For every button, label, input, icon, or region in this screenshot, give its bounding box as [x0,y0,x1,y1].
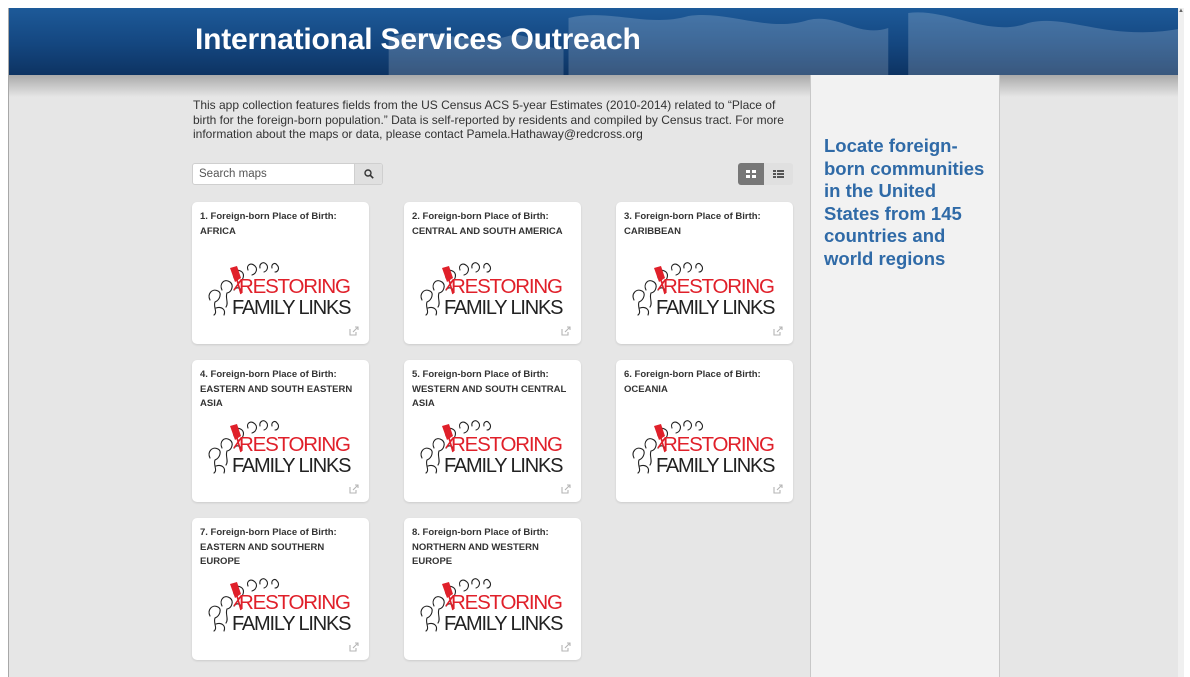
card-title: 1. Foreign-born Place of Birth: AFRICA [200,211,337,237]
logo-text-restoring: RESTORING [451,275,562,298]
restoring-family-links-logo: RESTORING FAMILY LINKS [420,578,564,635]
logo-text-family-links: FAMILY LINKS [232,297,351,319]
map-card-6[interactable]: 6. Foreign-born Place of Birth: OCEANIA … [616,360,793,502]
scroll-up-arrow-icon[interactable]: ▲ [1178,8,1184,14]
external-link-icon[interactable] [349,642,359,652]
gallery-description: This app collection features fields from… [193,98,784,141]
logo-text-restoring: RESTORING [239,275,350,298]
grid-view-button[interactable] [738,163,764,185]
logo-text-restoring: RESTORING [239,433,350,456]
logo-text-family-links: FAMILY LINKS [444,297,563,319]
view-toggle [738,163,793,185]
logo-text-family-links: FAMILY LINKS [232,455,351,477]
logo-text-family-links: FAMILY LINKS [656,455,775,477]
external-link-icon[interactable] [349,326,359,336]
map-card-4[interactable]: 4. Foreign-born Place of Birth: EASTERN … [192,360,369,502]
restoring-family-links-logo: RESTORING FAMILY LINKS [420,262,564,319]
logo-text-restoring: RESTORING [451,591,562,614]
app-frame: International Services Outreach This app… [8,8,1184,677]
card-title: 6. Foreign-born Place of Birth: OCEANIA [624,369,761,395]
card-title: 4. Foreign-born Place of Birth: EASTERN … [200,369,353,409]
logo-text-family-links: FAMILY LINKS [444,613,563,635]
logo-text-family-links: FAMILY LINKS [656,297,775,319]
external-link-icon[interactable] [561,642,571,652]
restoring-family-links-logo: RESTORING FAMILY LINKS [420,420,564,477]
map-card-1[interactable]: 1. Foreign-born Place of Birth: AFRICA R… [192,202,369,344]
map-card-5[interactable]: 5. Foreign-born Place of Birth: WESTERN … [404,360,581,502]
scrollbar[interactable]: ▲ [1178,8,1184,677]
logo-text-restoring: RESTORING [239,591,350,614]
external-link-icon[interactable] [349,484,359,494]
restoring-family-links-logo: RESTORING FAMILY LINKS [208,420,352,477]
logo-text-restoring: RESTORING [663,275,774,298]
search-icon [363,169,374,179]
gallery-area: This app collection features fields from… [9,75,810,677]
search-button[interactable] [354,164,382,184]
restoring-family-links-logo: RESTORING FAMILY LINKS [208,578,352,635]
restoring-family-links-logo: RESTORING FAMILY LINKS [632,262,776,319]
map-card-7[interactable]: 7. Foreign-born Place of Birth: EASTERN … [192,518,369,660]
list-view-icon [773,170,784,178]
card-title: 7. Foreign-born Place of Birth: EASTERN … [200,527,337,567]
logo-text-restoring: RESTORING [663,433,774,456]
logo-text-family-links: FAMILY LINKS [232,613,351,635]
restoring-family-links-logo: RESTORING FAMILY LINKS [632,420,776,477]
logo-text-restoring: RESTORING [451,433,562,456]
sidebar-tagline: Locate foreign-born communities in the U… [824,135,985,269]
card-title: 3. Foreign-born Place of Birth: CARIBBEA… [624,211,761,237]
page-title: International Services Outreach [195,23,641,56]
map-card-8[interactable]: 8. Foreign-born Place of Birth: NORTHERN… [404,518,581,660]
restoring-family-links-logo: RESTORING FAMILY LINKS [208,262,352,319]
map-card-3[interactable]: 3. Foreign-born Place of Birth: CARIBBEA… [616,202,793,344]
external-link-icon[interactable] [561,326,571,336]
header-banner: International Services Outreach [9,8,1184,75]
search-box [192,163,383,185]
grid-view-icon [746,170,756,178]
sidebar: Locate foreign-born communities in the U… [810,75,1000,677]
external-link-icon[interactable] [773,484,783,494]
logo-text-family-links: FAMILY LINKS [444,455,563,477]
map-card-2[interactable]: 2. Foreign-born Place of Birth: CENTRAL … [404,202,581,344]
external-link-icon[interactable] [773,326,783,336]
external-link-icon[interactable] [561,484,571,494]
card-title: 8. Foreign-born Place of Birth: NORTHERN… [412,527,549,567]
card-title: 2. Foreign-born Place of Birth: CENTRAL … [412,211,563,237]
search-input[interactable] [193,164,355,184]
card-title: 5. Foreign-born Place of Birth: WESTERN … [412,369,567,409]
list-view-button[interactable] [764,163,793,185]
